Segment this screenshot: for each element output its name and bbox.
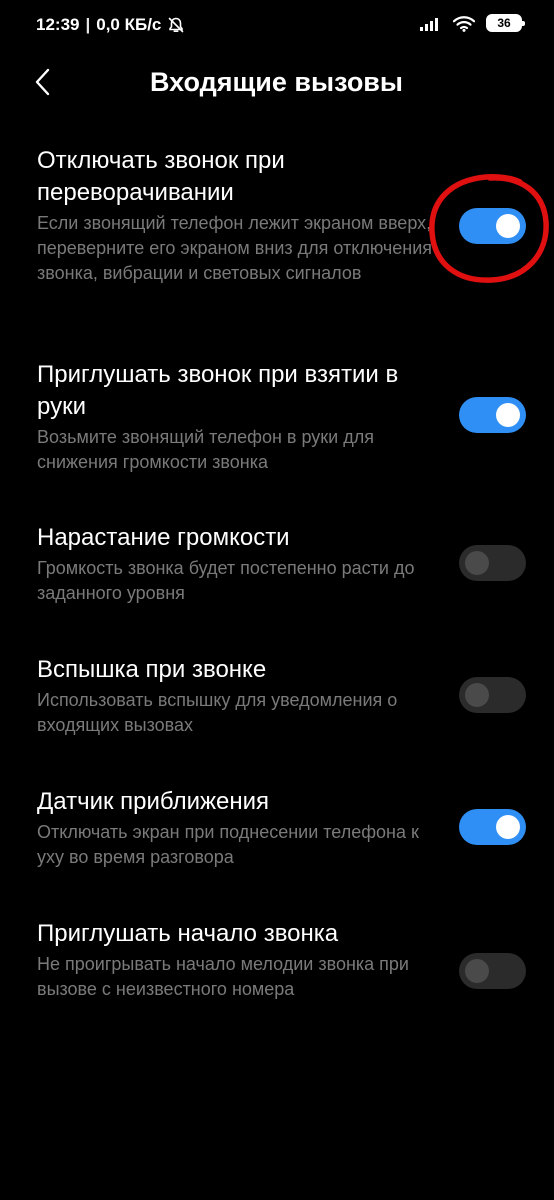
status-right: 36 <box>420 14 525 32</box>
setting-title: Приглушать звонок при взятии в руки <box>37 361 399 420</box>
toggle-volume-rise[interactable] <box>459 545 526 581</box>
setting-title: Нарастание громкости <box>37 524 290 551</box>
setting-proximity-sensor[interactable]: Датчик приближения Отключать экран при п… <box>0 786 554 876</box>
mute-bell-icon <box>167 16 185 34</box>
toggle-flash-on-call[interactable] <box>459 677 526 713</box>
toggle-proximity-sensor[interactable] <box>459 809 526 845</box>
toggle-knob <box>496 214 520 238</box>
status-bar: 12:39 | 0,0 КБ/с 36 <box>0 0 554 52</box>
toggle-knob <box>465 683 489 707</box>
toggle-knob <box>496 815 520 839</box>
setting-description: Использовать вспышку для уведомления о в… <box>37 690 398 735</box>
signal-icon <box>420 15 442 31</box>
setting-title: Вспышка при звонке <box>37 656 267 683</box>
setting-pickup-to-reduce[interactable]: Приглушать звонок при взятии в руки Возь… <box>0 359 554 479</box>
setting-volume-rise[interactable]: Нарастание громкости Громкость звонка бу… <box>0 522 554 612</box>
toggle-knob <box>465 551 489 575</box>
setting-title: Датчик приближения <box>37 788 270 815</box>
setting-description: Не проигрывать начало мелодии звонка при… <box>37 954 409 999</box>
network-speed: 0,0 КБ/с <box>96 15 162 34</box>
status-left: 12:39 | 0,0 КБ/с <box>36 15 185 35</box>
setting-text: Приглушать звонок при взятии в руки Возь… <box>37 359 437 475</box>
setting-text: Нарастание громкости Громкость звонка бу… <box>37 522 437 606</box>
toggle-knob <box>496 403 520 427</box>
setting-title: Отключать звонок при переворачивании <box>37 147 285 206</box>
setting-description: Возьмите звонящий телефон в руки для сни… <box>37 427 374 472</box>
toggle-pickup-to-reduce[interactable] <box>459 397 526 433</box>
setting-title: Приглушать начало звонка <box>37 920 339 947</box>
setting-flip-to-mute[interactable]: Отключать звонок при переворачивании Есл… <box>0 145 554 315</box>
setting-text: Датчик приближения Отключать экран при п… <box>37 786 437 870</box>
battery-level: 36 <box>497 16 511 30</box>
header: Входящие вызовы <box>0 52 554 116</box>
status-time: 12:39 <box>36 15 80 34</box>
status-separator: | <box>85 15 91 34</box>
setting-description: Громкость звонка будет постепенно расти … <box>37 558 415 603</box>
setting-description: Если звонящий телефон лежит экраном ввер… <box>37 213 433 283</box>
setting-flash-on-call[interactable]: Вспышка при звонке Использовать вспышку … <box>0 654 554 744</box>
back-button[interactable] <box>28 64 60 100</box>
toggle-mute-call-start[interactable] <box>459 953 526 989</box>
battery-icon: 36 <box>486 14 525 32</box>
setting-mute-call-start[interactable]: Приглушать начало звонка Не проигрывать … <box>0 918 554 1033</box>
page-title: Входящие вызовы <box>150 67 403 97</box>
setting-text: Отключать звонок при переворачивании Есл… <box>37 145 437 286</box>
toggle-knob <box>465 959 489 983</box>
setting-text: Вспышка при звонке Использовать вспышку … <box>37 654 437 738</box>
wifi-icon <box>453 15 475 32</box>
setting-description: Отключать экран при поднесении телефона … <box>37 822 419 867</box>
chevron-left-icon <box>35 68 50 96</box>
toggle-flip-to-mute[interactable] <box>459 208 526 244</box>
setting-text: Приглушать начало звонка Не проигрывать … <box>37 918 437 1002</box>
